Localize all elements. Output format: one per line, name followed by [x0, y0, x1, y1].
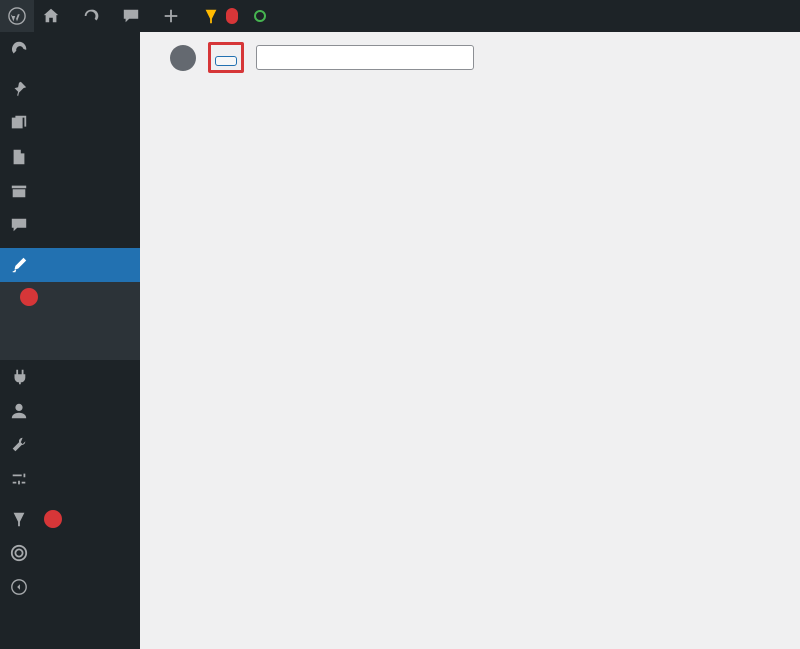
schema-icon [10, 544, 28, 562]
dashboard-icon [10, 40, 28, 58]
menu-settings[interactable] [0, 462, 140, 496]
menu-schema[interactable] [0, 536, 140, 570]
autoptimize-status-icon [254, 10, 266, 22]
collapse-icon [10, 578, 28, 596]
submenu-customize[interactable] [0, 312, 140, 324]
archive-icon [10, 182, 28, 200]
user-icon [10, 402, 28, 420]
theme-count-badge [170, 45, 196, 71]
new-content-link[interactable] [154, 0, 194, 32]
menu-dashboard[interactable] [0, 32, 140, 66]
pin-icon [10, 80, 28, 98]
seo-badge [44, 510, 62, 528]
admin-sidebar [0, 32, 140, 649]
yoast-icon [202, 7, 220, 25]
page-header [158, 42, 782, 73]
comment-icon [122, 7, 140, 25]
refresh-icon [82, 7, 100, 25]
home-icon [42, 7, 60, 25]
submenu-theme-editor[interactable] [0, 348, 140, 360]
plus-icon [162, 7, 180, 25]
yoast-badge [226, 8, 238, 24]
add-new-highlight [208, 42, 244, 73]
yoast-icon [10, 510, 28, 528]
menu-posts[interactable] [0, 72, 140, 106]
autoptimize-link[interactable] [246, 0, 280, 32]
wordpress-icon [8, 7, 26, 25]
themes-update-badge [20, 288, 38, 306]
admin-bar [0, 0, 800, 32]
wp-logo[interactable] [0, 0, 34, 32]
page-icon [10, 148, 28, 166]
yoast-link[interactable] [194, 0, 246, 32]
submenu-themes[interactable] [0, 282, 140, 312]
comments-link[interactable] [114, 0, 154, 32]
menu-tools[interactable] [0, 428, 140, 462]
site-name-link[interactable] [34, 0, 74, 32]
menu-users[interactable] [0, 394, 140, 428]
plugin-icon [10, 368, 28, 386]
submenu-menus[interactable] [0, 336, 140, 348]
menu-plugins[interactable] [0, 360, 140, 394]
menu-seo[interactable] [0, 502, 140, 536]
menu-comments[interactable] [0, 208, 140, 242]
menu-product-links[interactable] [0, 174, 140, 208]
brush-icon [10, 256, 28, 274]
add-new-button[interactable] [215, 56, 237, 66]
main-content [140, 32, 800, 649]
media-icon [10, 114, 28, 132]
submenu-widgets[interactable] [0, 324, 140, 336]
appearance-submenu [0, 282, 140, 360]
wrench-icon [10, 436, 28, 454]
menu-media[interactable] [0, 106, 140, 140]
menu-pages[interactable] [0, 140, 140, 174]
theme-search-input[interactable] [256, 45, 474, 70]
menu-collapse[interactable] [0, 570, 140, 604]
comment-icon [10, 216, 28, 234]
sliders-icon [10, 470, 28, 488]
updates-link[interactable] [74, 0, 114, 32]
menu-appearance[interactable] [0, 248, 140, 282]
